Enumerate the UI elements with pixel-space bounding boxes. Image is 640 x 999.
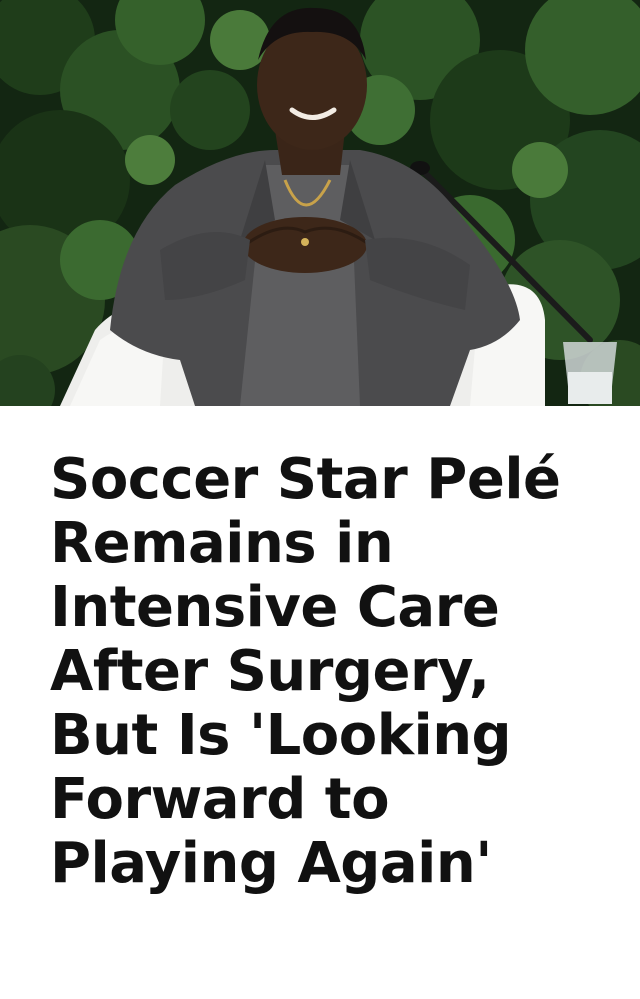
article-headline[interactable]: Soccer Star Pelé Remains in Intensive Ca… bbox=[50, 448, 620, 896]
water-glass bbox=[563, 342, 617, 404]
hero-photo-illustration bbox=[0, 0, 640, 406]
article-page: Soccer Star Pelé Remains in Intensive Ca… bbox=[0, 0, 640, 999]
hero-photo[interactable] bbox=[0, 0, 640, 406]
